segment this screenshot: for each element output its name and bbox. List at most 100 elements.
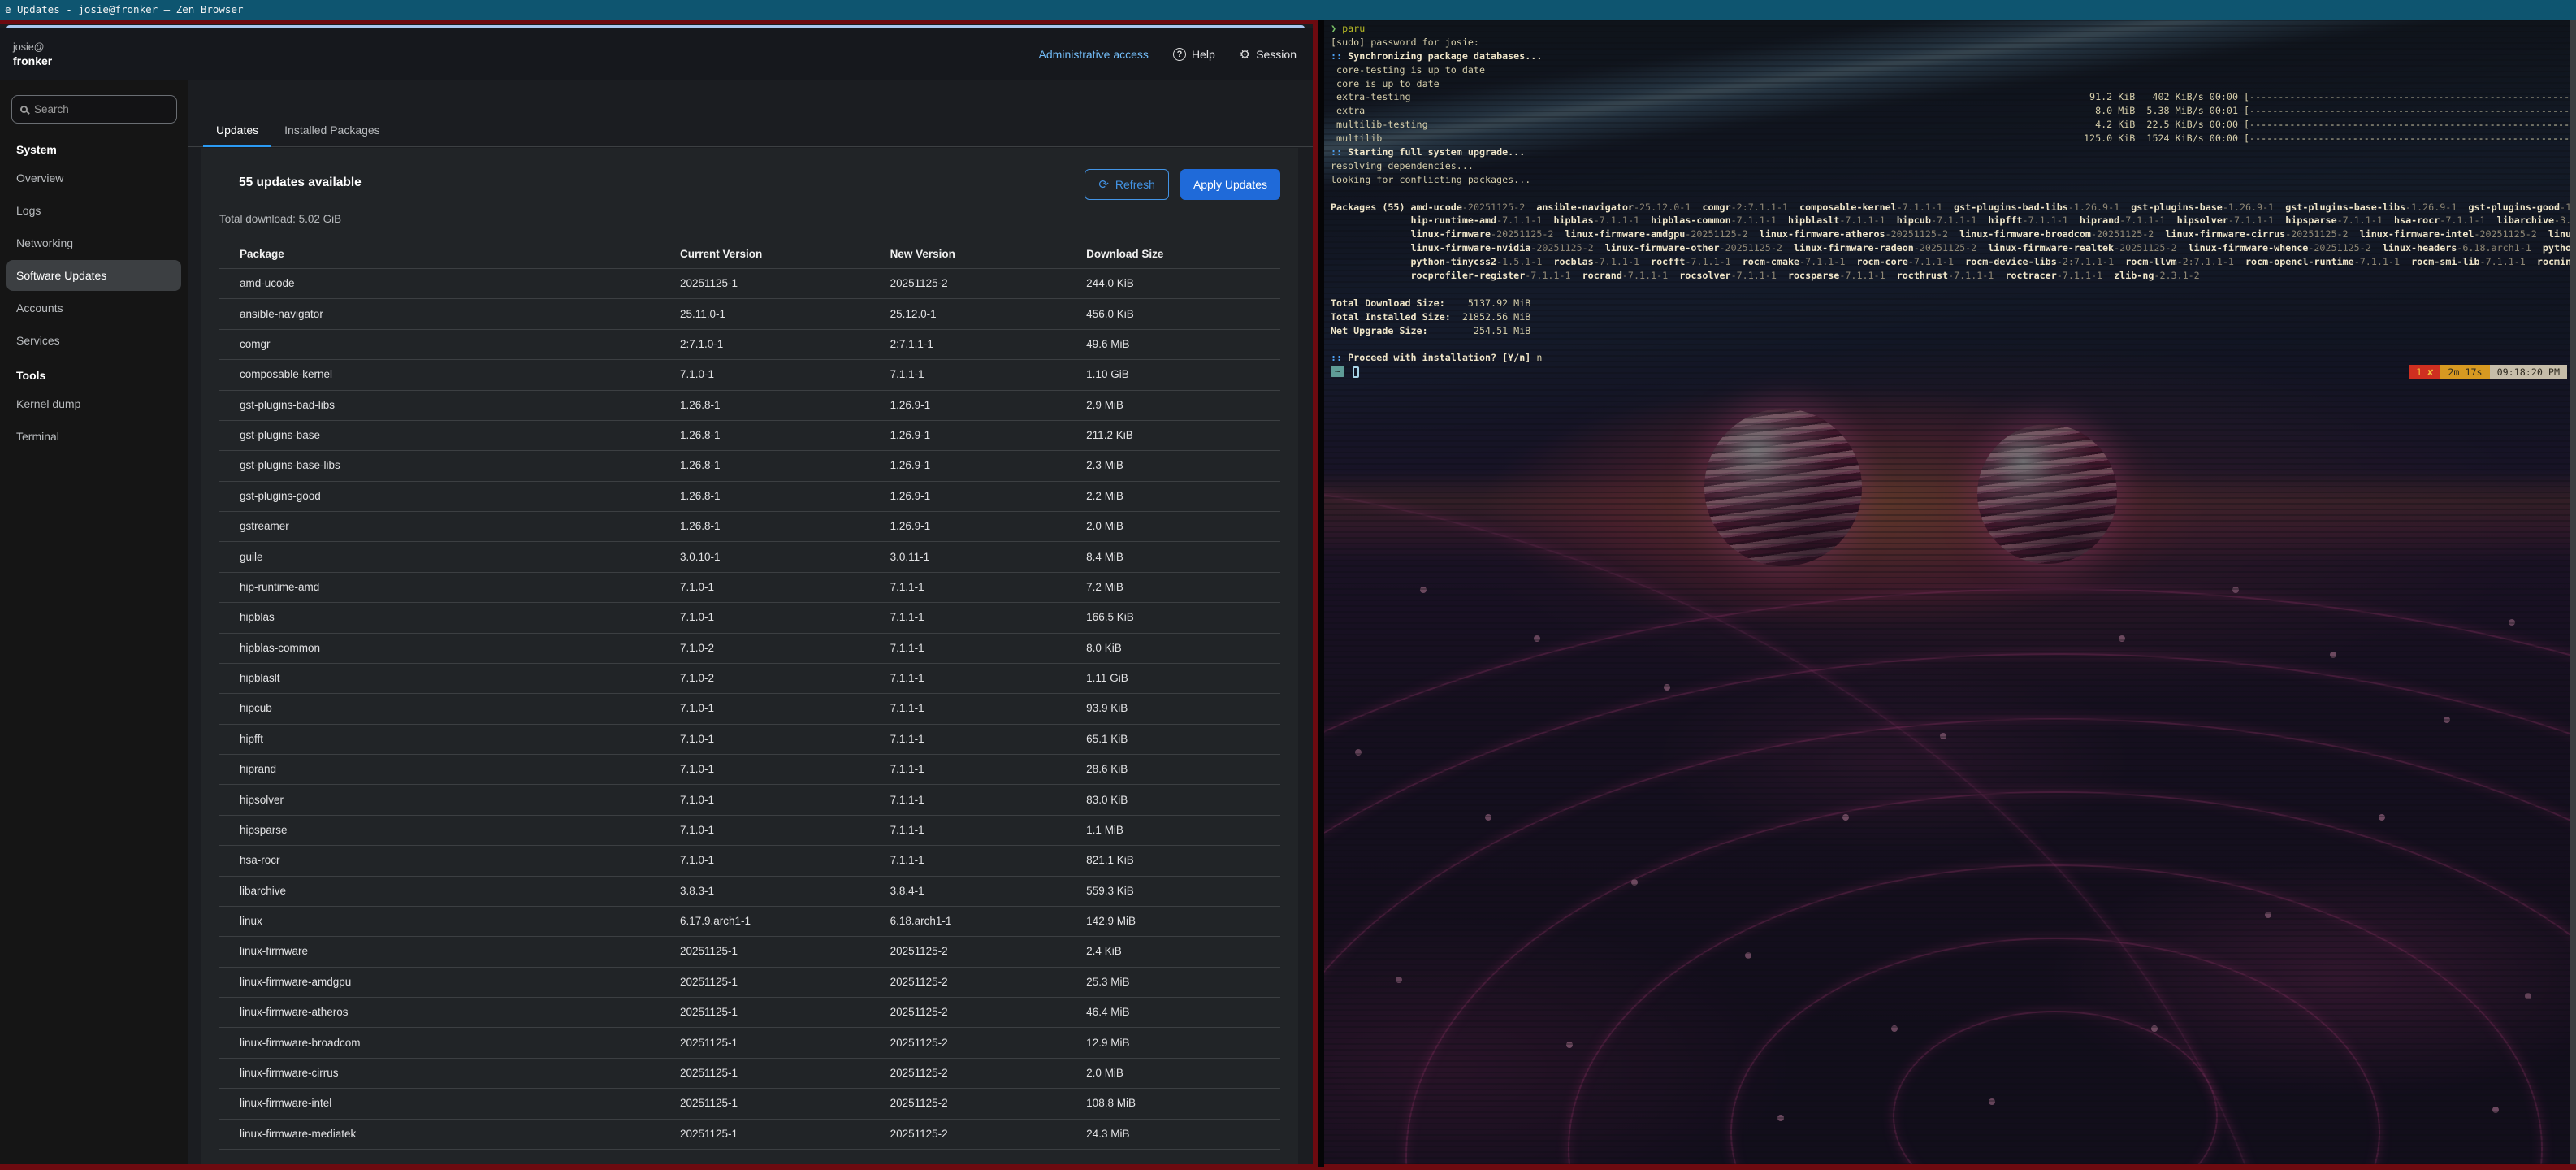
table-cell: 20251125-1 — [660, 1058, 870, 1088]
tabs: UpdatesInstalled Packages — [188, 116, 1313, 147]
table-cell: 1.26.9-1 — [870, 481, 1067, 511]
tab-installed-packages[interactable]: Installed Packages — [271, 116, 393, 146]
tab-updates[interactable]: Updates — [203, 116, 271, 146]
table-cell: 2.0 MiB — [1066, 512, 1280, 542]
table-cell: 7.1.0-1 — [660, 360, 870, 390]
window-title: e Updates - josie@fronker — Zen Browser — [0, 0, 244, 20]
terminal-line: ~ — [1331, 365, 2576, 379]
terminal-window[interactable]: ❯ paru[sudo] password for josie::: Synch… — [1324, 20, 2576, 1168]
sidebar-item-terminal[interactable]: Terminal — [6, 421, 181, 452]
administrative-access-button[interactable]: Administrative access — [1039, 48, 1149, 61]
terminal-line: extra 8.0 MiB 5.38 MiB/s 00:01 [--------… — [1331, 104, 2576, 118]
table-cell: 7.2 MiB — [1066, 572, 1280, 602]
table-cell: 1.26.9-1 — [870, 420, 1067, 450]
table-row: hipsparse7.1.0-17.1.1-11.1 MiB — [219, 815, 1280, 845]
table-cell: gst-plugins-bad-libs — [219, 390, 660, 420]
updates-table: PackageCurrent VersionNew VersionDownloa… — [219, 240, 1280, 1150]
terminal-line: extra-testing 91.2 KiB 402 KiB/s 00:00 [… — [1331, 90, 2576, 104]
search-icon — [20, 106, 28, 113]
table-row: linux-firmware-broadcom20251125-12025112… — [219, 1028, 1280, 1058]
table-cell: 7.1.0-1 — [660, 815, 870, 845]
table-cell: 25.3 MiB — [1066, 967, 1280, 997]
table-cell: 20251125-1 — [660, 967, 870, 997]
session-menu[interactable]: ⚙ Session — [1240, 47, 1297, 62]
table-cell: 93.9 KiB — [1066, 694, 1280, 724]
table-cell: 20251125-1 — [660, 269, 870, 299]
table-row: composable-kernel7.1.0-17.1.1-11.10 GiB — [219, 360, 1280, 390]
terminal-line: multilib-testing 4.2 KiB 22.5 KiB/s 00:0… — [1331, 118, 2576, 132]
masthead: josie@ fronker Administrative access ? H… — [0, 28, 1313, 80]
sidebar-item-overview[interactable]: Overview — [6, 162, 181, 193]
table-row: gst-plugins-good1.26.8-11.26.9-12.2 MiB — [219, 481, 1280, 511]
table-cell: 244.0 KiB — [1066, 269, 1280, 299]
table-row: hipblas-common7.1.0-27.1.1-18.0 KiB — [219, 633, 1280, 663]
terminal-scrollbar[interactable] — [2570, 20, 2576, 1164]
table-cell: comgr — [219, 329, 660, 359]
search-input[interactable] — [34, 103, 148, 115]
table-cell: 2.0 MiB — [1066, 1058, 1280, 1088]
gear-icon: ⚙ — [1240, 47, 1250, 62]
sidebar-item-logs[interactable]: Logs — [6, 195, 181, 226]
terminal-line: [sudo] password for josie: — [1331, 36, 2576, 50]
table-cell: 142.9 MiB — [1066, 906, 1280, 936]
sidebar-item-accounts[interactable]: Accounts — [6, 292, 181, 323]
table-row: linux-firmware-intel20251125-120251125-2… — [219, 1089, 1280, 1119]
table-cell: 166.5 KiB — [1066, 603, 1280, 633]
table-cell: 7.1.1-1 — [870, 603, 1067, 633]
table-cell: 1.26.8-1 — [660, 512, 870, 542]
titlebar: e Updates - josie@fronker — Zen Browser — [0, 0, 2576, 20]
table-row: linux-firmware20251125-120251125-22.4 Ki… — [219, 937, 1280, 967]
table-cell: 7.1.1-1 — [870, 755, 1067, 785]
help-menu[interactable]: ? Help — [1173, 48, 1215, 61]
table-cell: 1.10 GiB — [1066, 360, 1280, 390]
terminal-line: core-testing is up to date — [1331, 63, 2576, 77]
help-label: Help — [1192, 48, 1215, 61]
refresh-icon: ⟳ — [1098, 177, 1109, 192]
table-row: gstreamer1.26.8-11.26.9-12.0 MiB — [219, 512, 1280, 542]
terminal-line — [1331, 337, 2576, 351]
table-cell: 7.1.0-2 — [660, 633, 870, 663]
sidebar-item-services[interactable]: Services — [6, 325, 181, 356]
sidebar-item-software-updates[interactable]: Software Updates — [6, 260, 181, 291]
table-cell: 559.3 KiB — [1066, 876, 1280, 906]
table-cell: 7.1.0-1 — [660, 603, 870, 633]
terminal-line: multilib125.0 KiB 1524 KiB/s 00:00 [----… — [1331, 132, 2576, 145]
terminal-line: hip-runtime-amd-7.1.1-1 hipblas-7.1.1-1 … — [1331, 214, 2576, 228]
table-cell: 7.1.1-1 — [870, 724, 1067, 754]
terminal-lines: ❯ paru[sudo] password for josie::: Synch… — [1324, 20, 2576, 1164]
table-cell: 20251125-1 — [660, 1089, 870, 1119]
table-cell: 1.26.8-1 — [660, 451, 870, 481]
table-row: libarchive3.8.3-13.8.4-1559.3 KiB — [219, 876, 1280, 906]
prompt-segment: 09:18:20 PM — [2490, 365, 2567, 379]
table-cell: 1.26.9-1 — [870, 451, 1067, 481]
terminal-line: linux-firmware-20251125-2 linux-firmware… — [1331, 228, 2576, 241]
refresh-button[interactable]: ⟳ Refresh — [1085, 169, 1169, 200]
table-cell: gst-plugins-base — [219, 420, 660, 450]
table-cell: 7.1.1-1 — [870, 572, 1067, 602]
terminal-line: Net Upgrade Size: 254.51 MiB — [1331, 324, 2576, 338]
table-cell: 7.1.0-1 — [660, 724, 870, 754]
table-row: hiprand7.1.0-17.1.1-128.6 KiB — [219, 755, 1280, 785]
terminal-line: Packages (55) amd-ucode-20251125-2 ansib… — [1331, 201, 2576, 214]
sidebar: SystemOverviewLogsNetworkingSoftware Upd… — [0, 80, 188, 1164]
table-cell: linux-firmware-mediatek — [219, 1119, 660, 1149]
column-header-current-version: Current Version — [660, 240, 870, 269]
sidebar-item-kernel-dump[interactable]: Kernel dump — [6, 388, 181, 419]
host-brand: josie@ fronker — [13, 41, 52, 68]
table-cell: 6.17.9.arch1-1 — [660, 906, 870, 936]
table-cell: 25.11.0-1 — [660, 299, 870, 329]
table-cell: 7.1.1-1 — [870, 663, 1067, 693]
table-row: gst-plugins-base-libs1.26.8-11.26.9-12.3… — [219, 451, 1280, 481]
terminal-line: ❯ paru — [1331, 22, 2576, 36]
table-row: hipcub7.1.0-17.1.1-193.9 KiB — [219, 694, 1280, 724]
search-box[interactable] — [11, 95, 177, 124]
apply-updates-button[interactable]: Apply Updates — [1180, 169, 1280, 200]
sidebar-item-networking[interactable]: Networking — [6, 228, 181, 258]
table-cell: 49.6 MiB — [1066, 329, 1280, 359]
table-cell: 20251125-1 — [660, 1119, 870, 1149]
table-row: linux-firmware-mediatek20251125-12025112… — [219, 1119, 1280, 1149]
table-cell: 28.6 KiB — [1066, 755, 1280, 785]
table-cell: 20251125-2 — [870, 1089, 1067, 1119]
table-cell: hipblas — [219, 603, 660, 633]
terminal-line: python-tinycss2-1.5.1-1 rocblas-7.1.1-1 … — [1331, 255, 2576, 269]
